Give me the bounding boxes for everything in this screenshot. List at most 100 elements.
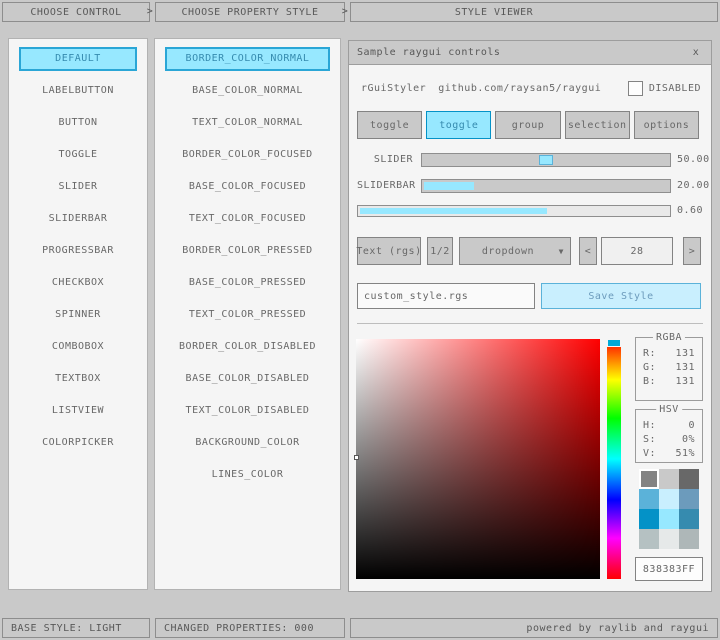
- property-item[interactable]: BORDER_COLOR_FOCUSED: [155, 139, 340, 171]
- control-item[interactable]: DEFAULT: [19, 47, 137, 71]
- control-item[interactable]: COMBOBOX: [9, 331, 147, 363]
- property-item[interactable]: TEXT_COLOR_PRESSED: [155, 299, 340, 331]
- rgba-row: R: 131: [643, 348, 695, 362]
- sv-marker[interactable]: [354, 455, 359, 460]
- toggle-button[interactable]: toggle: [426, 111, 491, 139]
- file-row: custom_style.rgs Save Style: [357, 283, 699, 309]
- property-item[interactable]: TEXT_COLOR_NORMAL: [155, 107, 340, 139]
- v-value: 51%: [675, 448, 695, 462]
- dropdown-select[interactable]: dropdown ▼: [459, 237, 571, 265]
- control-item[interactable]: SLIDER: [9, 171, 147, 203]
- style-color-swatch[interactable]: [639, 489, 659, 509]
- property-item[interactable]: BASE_COLOR_FOCUSED: [155, 171, 340, 203]
- control-item[interactable]: TOGGLE: [9, 139, 147, 171]
- style-color-swatch[interactable]: [659, 489, 679, 509]
- sliderbar-label: SLIDERBAR: [357, 179, 413, 193]
- style-color-swatch[interactable]: [679, 489, 699, 509]
- spinner-increment-button[interactable]: >: [683, 237, 701, 265]
- style-color-swatch[interactable]: [659, 509, 679, 529]
- control-item[interactable]: SLIDERBAR: [9, 203, 147, 235]
- control-item[interactable]: CHECKBOX: [9, 267, 147, 299]
- rgba-title: RGBA: [653, 332, 685, 343]
- sliderbar-track[interactable]: [421, 179, 671, 193]
- style-color-swatch[interactable]: [639, 529, 659, 549]
- color-saturation-value-square[interactable]: [356, 339, 600, 579]
- hue-selector[interactable]: [607, 339, 621, 347]
- statusbar-powered-by: powered by raylib and raygui: [350, 618, 718, 638]
- rguistyler-app: CHOOSE CONTROL > CHOOSE PROPERTY STYLE >…: [0, 0, 720, 640]
- style-color-swatch[interactable]: [679, 509, 699, 529]
- spinner-value-box[interactable]: 28: [601, 237, 673, 265]
- chevron-right-icon: >: [340, 2, 350, 22]
- spinner-decrement-button[interactable]: <: [579, 237, 597, 265]
- statusbar-changed-properties: CHANGED PROPERTIES: 000: [155, 618, 345, 638]
- save-style-button[interactable]: Save Style: [541, 283, 701, 309]
- topbar-label: STYLE VIEWER: [455, 7, 533, 18]
- control-item[interactable]: LISTVIEW: [9, 395, 147, 427]
- s-value: 0%: [682, 434, 695, 448]
- statusbar-base-style: BASE STYLE: LIGHT: [2, 618, 150, 638]
- control-item[interactable]: LABELBUTTON: [9, 75, 147, 107]
- slider-row: SLIDER 50.00: [357, 153, 699, 167]
- repo-link[interactable]: github.com/raysan5/raygui: [438, 83, 601, 94]
- close-icon[interactable]: x: [689, 47, 703, 58]
- disabled-checkbox-group: DISABLED: [628, 81, 701, 96]
- control-item[interactable]: TEXTBOX: [9, 363, 147, 395]
- h-label: H:: [643, 420, 656, 434]
- h-value: 0: [688, 420, 695, 434]
- half-button[interactable]: 1/2: [427, 237, 453, 265]
- hsv-row: V: 51%: [643, 448, 695, 462]
- disabled-checkbox[interactable]: [628, 81, 643, 96]
- toggle-button[interactable]: selection: [565, 111, 630, 139]
- progressbar-fill: [360, 208, 547, 214]
- window-titlebar: Sample raygui controls x: [349, 41, 711, 65]
- property-item[interactable]: TEXT_COLOR_DISABLED: [155, 395, 340, 427]
- property-item[interactable]: LINES_COLOR: [155, 459, 340, 491]
- toggle-button[interactable]: options: [634, 111, 699, 139]
- style-color-swatch[interactable]: [659, 469, 679, 489]
- sliderbar-fill: [424, 182, 474, 190]
- hex-color-input[interactable]: 838383FF: [635, 557, 703, 581]
- style-color-swatch[interactable]: [659, 529, 679, 549]
- properties-list: BORDER_COLOR_NORMAL BASE_COLOR_NORMAL TE…: [154, 38, 341, 590]
- hue-slider[interactable]: [607, 339, 621, 579]
- rgba-row: G: 131: [643, 362, 695, 376]
- style-viewer-window: Sample raygui controls x rGuiStyler gith…: [348, 40, 712, 592]
- style-color-swatch[interactable]: [679, 469, 699, 489]
- property-item[interactable]: BASE_COLOR_DISABLED: [155, 363, 340, 395]
- property-item[interactable]: BASE_COLOR_PRESSED: [155, 267, 340, 299]
- hsv-group: HSV H: 0 S: 0% V: 51%: [635, 409, 703, 463]
- slider-label: SLIDER: [357, 153, 413, 167]
- property-item[interactable]: BACKGROUND_COLOR: [155, 427, 340, 459]
- slider-handle[interactable]: [539, 155, 553, 165]
- statusbar-label: CHANGED PROPERTIES: 000: [164, 623, 314, 634]
- style-color-grid: [639, 469, 699, 549]
- meta-row: rGuiStyler github.com/raysan5/raygui DIS…: [361, 79, 701, 97]
- topbar-label: CHOOSE PROPERTY STYLE: [182, 7, 319, 18]
- style-color-swatch[interactable]: [639, 469, 659, 489]
- slider-track[interactable]: [421, 153, 671, 167]
- r-label: R:: [643, 348, 656, 362]
- property-item[interactable]: BORDER_COLOR_DISABLED: [155, 331, 340, 363]
- control-item[interactable]: COLORPICKER: [9, 427, 147, 459]
- property-item[interactable]: BORDER_COLOR_PRESSED: [155, 235, 340, 267]
- style-color-swatch[interactable]: [639, 509, 659, 529]
- property-item[interactable]: TEXT_COLOR_FOCUSED: [155, 203, 340, 235]
- control-item[interactable]: PROGRESSBAR: [9, 235, 147, 267]
- g-value: 131: [675, 362, 695, 376]
- progressbar-value: 0.60: [677, 205, 703, 217]
- control-item[interactable]: BUTTON: [9, 107, 147, 139]
- property-item[interactable]: BASE_COLOR_NORMAL: [155, 75, 340, 107]
- toggle-button[interactable]: group: [495, 111, 560, 139]
- toggle-button[interactable]: toggle: [357, 111, 422, 139]
- style-filename-input[interactable]: custom_style.rgs: [357, 283, 535, 309]
- control-item[interactable]: SPINNER: [9, 299, 147, 331]
- b-value: 131: [675, 376, 695, 390]
- rgba-group: RGBA R: 131 G: 131 B: 131: [635, 337, 703, 401]
- chevron-right-icon: >: [145, 2, 155, 22]
- style-color-swatch[interactable]: [679, 529, 699, 549]
- b-label: B:: [643, 376, 656, 390]
- text-rgs-button[interactable]: Text (rgs): [357, 237, 421, 265]
- property-item[interactable]: BORDER_COLOR_NORMAL: [165, 47, 330, 71]
- hsv-row: S: 0%: [643, 434, 695, 448]
